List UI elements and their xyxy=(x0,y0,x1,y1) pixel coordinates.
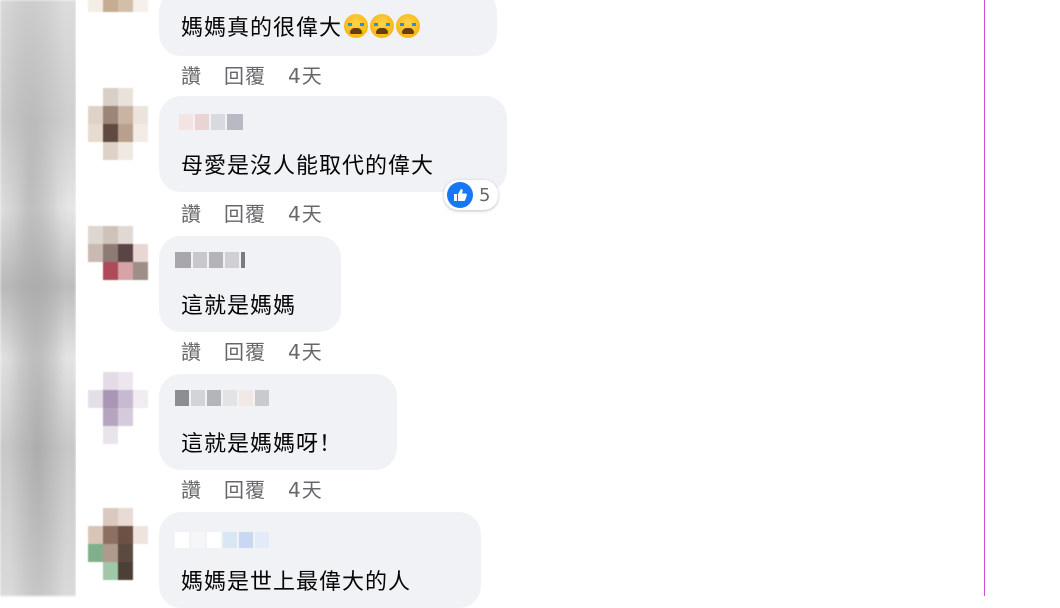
comment-bubble: 媽媽是世上最偉大的人 xyxy=(159,512,481,608)
comment-timestamp[interactable]: 4天 xyxy=(288,198,323,227)
like-link[interactable]: 讚 xyxy=(181,336,202,365)
comment-text: 這就是媽媽 xyxy=(181,294,297,319)
reply-link[interactable]: 回覆 xyxy=(224,474,266,503)
crying-face-icon xyxy=(344,14,369,38)
crying-face-icon xyxy=(396,14,421,38)
commenter-name[interactable] xyxy=(175,532,269,548)
comment-timestamp[interactable]: 4天 xyxy=(288,336,323,365)
like-link[interactable]: 讚 xyxy=(181,60,202,89)
comment-bubble: 媽媽真的很偉大 xyxy=(159,0,497,56)
like-link[interactable]: 讚 xyxy=(181,198,202,227)
thumbs-up-icon xyxy=(447,182,473,208)
comment-bubble: 這就是媽媽呀！ xyxy=(159,374,397,470)
reaction-summary[interactable]: 5 xyxy=(444,180,499,210)
blurred-background-left xyxy=(0,0,76,596)
comment-actions: 讚 回覆 4天 xyxy=(181,474,323,503)
comment-bubble: 母愛是沒人能取代的偉大 xyxy=(159,96,507,192)
commenter-name[interactable] xyxy=(179,114,243,130)
crying-face-icon xyxy=(370,14,395,38)
commenter-name[interactable] xyxy=(175,390,269,406)
comment-actions: 讚 回覆 4天 xyxy=(181,336,323,365)
reply-link[interactable]: 回覆 xyxy=(224,198,266,227)
comment-text: 母愛是沒人能取代的偉大 xyxy=(181,154,435,179)
comment-timestamp[interactable]: 4天 xyxy=(288,60,323,89)
reaction-count: 5 xyxy=(479,184,491,206)
commenter-name[interactable] xyxy=(175,252,245,268)
comment-text: 媽媽真的很偉大 xyxy=(181,10,421,42)
comment-actions: 讚 回覆 4天 xyxy=(181,60,323,89)
comment-timestamp[interactable]: 4天 xyxy=(288,474,323,503)
comment-feed: 媽媽真的很偉大 讚 回覆 4天 母愛是沒人能取代的偉大 5 讚 回覆 4天 這就… xyxy=(76,0,984,608)
avatar[interactable] xyxy=(88,372,148,444)
comment-bubble: 這就是媽媽 xyxy=(159,236,341,332)
avatar[interactable] xyxy=(88,508,148,580)
reply-link[interactable]: 回覆 xyxy=(224,60,266,89)
avatar[interactable] xyxy=(88,226,148,298)
comment-text: 媽媽是世上最偉大的人 xyxy=(181,570,412,595)
comment-text: 這就是媽媽呀！ xyxy=(181,432,343,457)
reply-link[interactable]: 回覆 xyxy=(224,336,266,365)
comment-actions: 讚 回覆 4天 xyxy=(181,198,323,227)
like-link[interactable]: 讚 xyxy=(181,474,202,503)
avatar[interactable] xyxy=(88,0,148,30)
avatar[interactable] xyxy=(88,88,148,160)
